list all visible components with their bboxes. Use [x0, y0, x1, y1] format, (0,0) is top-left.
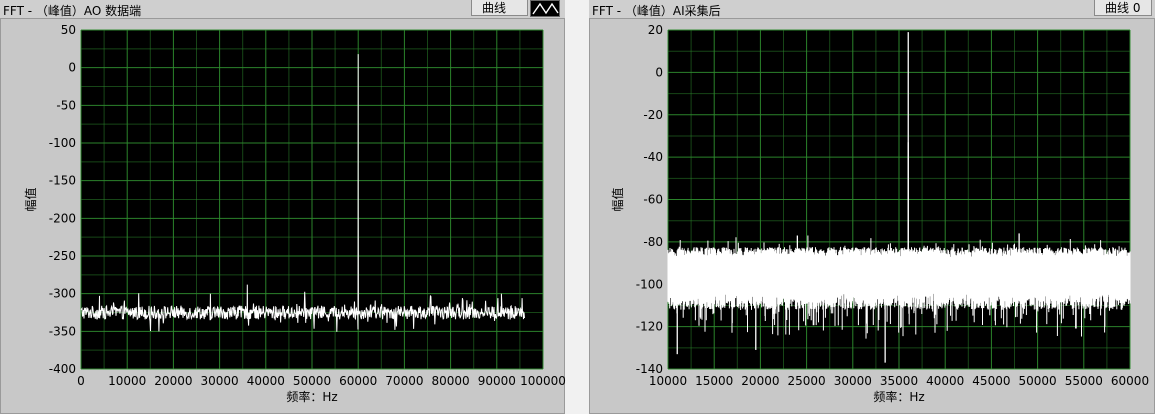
y-tick-label: -120: [636, 320, 663, 334]
x-tick-label: 30000: [834, 374, 872, 388]
y-tick-label: 20: [648, 23, 663, 37]
x-axis-label: 频率：Hz: [873, 389, 924, 404]
y-tick-label: -250: [49, 249, 76, 263]
right-fft-chart[interactable]: 10000 15000 20000 25000 30000 35000 40000 45000…: [589, 0, 1155, 414]
y-tick-label: -350: [49, 324, 76, 338]
y-tick-label: -300: [49, 287, 76, 301]
y-tick-label: -100: [636, 277, 663, 291]
y-tick-label: 50: [61, 23, 76, 37]
x-tick-label: 80000: [432, 374, 470, 388]
x-tick-label: 20000: [741, 374, 779, 388]
x-tick-label: 60000: [339, 374, 377, 388]
y-tick-label: -140: [636, 362, 663, 376]
y-tick-label: -80: [643, 235, 663, 249]
y-tick-label: -400: [49, 362, 76, 376]
y-tick-label: 0: [655, 65, 663, 79]
x-tick-label: 40000: [926, 374, 964, 388]
panel-divider: [565, 0, 589, 414]
x-tick-label: 20000: [154, 374, 192, 388]
x-axis-label: 频率：Hz: [286, 389, 337, 404]
y-tick-label: -150: [49, 174, 76, 188]
x-tick-label: 30000: [201, 374, 239, 388]
y-tick-label: -40: [643, 150, 663, 164]
y-tick-label: -20: [643, 108, 663, 122]
x-tick-label: 100000: [520, 374, 566, 388]
right-graph-panel: FFT - （峰值）AI采集后 曲线 0 10000 15000 20000 2500…: [589, 0, 1155, 414]
y-tick-label: -100: [49, 136, 76, 150]
y-tick-label: -60: [643, 193, 663, 207]
x-tick-label: 45000: [972, 374, 1010, 388]
x-tick-label: 25000: [788, 374, 826, 388]
x-tick-label: 90000: [478, 374, 516, 388]
x-tick-label: 55000: [1065, 374, 1103, 388]
x-tick-label: 60000: [1111, 374, 1149, 388]
y-tick-label: -200: [49, 211, 76, 225]
y-tick-label: -50: [56, 98, 76, 112]
x-tick-label: 40000: [247, 374, 285, 388]
x-tick-label: 70000: [385, 374, 423, 388]
x-tick-label: 50000: [293, 374, 331, 388]
left-graph-panel: FFT - （峰值）AO 数据端 曲线 0 010000200003000040…: [0, 0, 566, 414]
left-fft-chart[interactable]: 0 10000 20000 30000 40000 50000 60000 70000 8000…: [0, 0, 566, 414]
x-tick-label: 15000: [695, 374, 733, 388]
x-tick-label: 35000: [880, 374, 918, 388]
x-tick-label: 50000: [1019, 374, 1057, 388]
y-tick-label: 0: [68, 61, 76, 75]
x-tick-label: 10000: [108, 374, 146, 388]
x-tick-label: 10000: [649, 374, 687, 388]
y-axis-label: 幅值: [23, 187, 38, 211]
x-tick-label: 0: [77, 374, 85, 388]
y-axis-label: 幅值: [610, 187, 625, 211]
